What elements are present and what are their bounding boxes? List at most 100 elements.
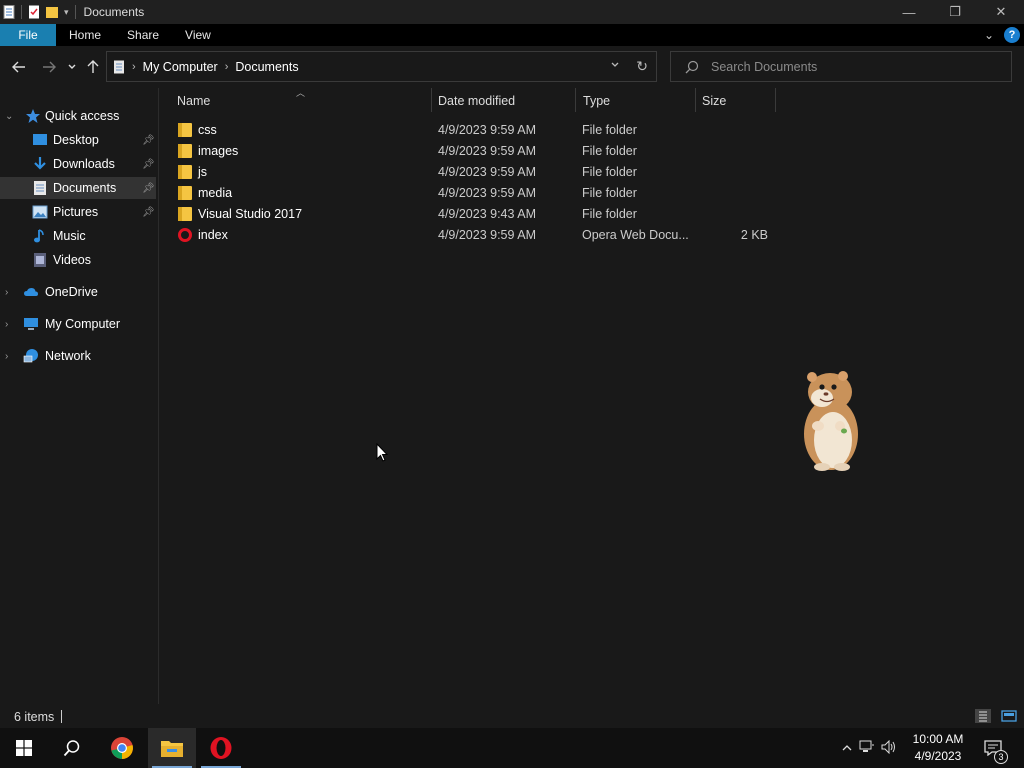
window-title: Documents <box>83 5 145 19</box>
taskbar-opera[interactable] <box>197 728 245 768</box>
sidebar-item-downloads[interactable]: Downloads 📌︎ <box>0 153 156 175</box>
sidebar-item-network[interactable]: › Network <box>0 345 156 367</box>
item-count: 6 items <box>14 710 55 724</box>
address-dropdown-icon[interactable] <box>610 60 620 73</box>
column-divider[interactable] <box>775 88 776 112</box>
documents-icon <box>34 181 46 195</box>
file-date: 4/9/2023 9:43 AM <box>438 207 536 221</box>
file-type: File folder <box>582 186 637 200</box>
chevron-right-icon[interactable]: › <box>5 287 8 298</box>
search-box[interactable]: Search Documents <box>670 51 1012 82</box>
column-header-type[interactable]: Type <box>583 88 610 114</box>
chevron-down-icon[interactable]: ⌄ <box>5 111 13 122</box>
column-divider[interactable] <box>431 88 432 112</box>
sidebar-item-label: Downloads <box>53 157 115 171</box>
pin-icon[interactable]: 📌︎ <box>142 135 155 146</box>
search-icon <box>63 740 80 757</box>
column-header-date[interactable]: Date modified <box>438 88 515 114</box>
tab-view[interactable]: View <box>172 24 224 46</box>
sidebar-item-documents[interactable]: Documents 📌︎ <box>0 177 156 199</box>
breadcrumb-chevron-icon[interactable]: › <box>132 61 136 73</box>
back-button[interactable] <box>10 58 28 76</box>
file-type: Opera Web Docu... <box>582 228 689 242</box>
taskbar-chrome[interactable] <box>98 728 146 768</box>
volume-icon[interactable] <box>878 739 900 757</box>
download-icon <box>34 157 46 170</box>
sidebar-item-onedrive[interactable]: › OneDrive <box>0 281 156 303</box>
pane-divider[interactable] <box>158 88 159 704</box>
large-icons-view-icon[interactable] <box>1001 709 1017 723</box>
sidebar-item-my-computer[interactable]: › My Computer <box>0 313 156 335</box>
search-input[interactable]: Search Documents <box>711 60 817 74</box>
sidebar-item-music[interactable]: Music <box>0 225 156 247</box>
forward-arrow-icon <box>43 61 56 73</box>
folder-icon <box>178 165 192 179</box>
sidebar-item-videos[interactable]: Videos <box>0 249 156 271</box>
sidebar-item-desktop[interactable]: Desktop 📌︎ <box>0 129 156 151</box>
taskbar: 10:00 AM 4/9/2023 3 <box>0 728 1024 768</box>
action-center-button[interactable]: 3 <box>982 728 1008 768</box>
taskbar-file-explorer[interactable] <box>148 728 196 768</box>
customize-toolbar-icon[interactable]: ▾ <box>64 7 69 18</box>
start-icon <box>16 740 32 756</box>
file-name: css <box>198 123 217 137</box>
pin-icon[interactable]: 📌︎ <box>142 207 155 218</box>
column-divider[interactable] <box>695 88 696 112</box>
address-bar[interactable]: › My Computer › Documents ↻ <box>106 51 657 82</box>
pin-icon[interactable]: 📌︎ <box>142 159 155 170</box>
search-icon <box>685 60 699 73</box>
help-icon[interactable]: ? <box>1004 27 1020 43</box>
breadcrumb-documents[interactable]: Documents <box>235 60 298 74</box>
opera-icon <box>178 228 192 242</box>
recent-locations-button[interactable] <box>63 58 81 76</box>
file-name: Visual Studio 2017 <box>198 207 303 221</box>
tab-file[interactable]: File <box>0 24 56 46</box>
file-row[interactable]: images 4/9/2023 9:59 AM File folder <box>176 141 776 162</box>
navigation-pane: ⌄ Quick access Desktop 📌︎ Downloads 📌︎ D… <box>0 88 158 704</box>
pin-icon[interactable]: 📌︎ <box>142 183 155 194</box>
column-divider[interactable] <box>575 88 576 112</box>
column-header-name[interactable]: Name <box>177 88 210 114</box>
start-button[interactable] <box>0 728 48 768</box>
chevron-right-icon[interactable]: › <box>5 319 8 330</box>
breadcrumb-chevron-icon[interactable]: › <box>225 61 229 73</box>
new-folder-icon[interactable] <box>46 5 58 19</box>
sidebar-item-quick-access[interactable]: ⌄ Quick access <box>0 105 156 127</box>
details-view-icon[interactable] <box>975 709 991 723</box>
quick-access-toolbar: ▾ <box>0 5 76 19</box>
documents-icon <box>114 60 124 73</box>
hamster-pet-icon[interactable] <box>800 368 862 472</box>
refresh-icon[interactable]: ↻ <box>636 58 648 75</box>
close-button[interactable]: ✕ <box>978 0 1024 24</box>
tab-home[interactable]: Home <box>56 24 114 46</box>
show-hidden-icons-icon[interactable] <box>838 741 856 756</box>
file-name: js <box>198 165 208 179</box>
system-clock[interactable]: 10:00 AM 4/9/2023 <box>908 731 968 765</box>
taskbar-search-button[interactable] <box>48 728 96 768</box>
file-row[interactable]: css 4/9/2023 9:59 AM File folder <box>176 120 776 141</box>
up-button[interactable] <box>84 58 102 76</box>
file-row[interactable]: media 4/9/2023 9:59 AM File folder <box>176 183 776 204</box>
forward-button[interactable] <box>40 58 58 76</box>
clock-date: 4/9/2023 <box>914 749 962 763</box>
network-icon <box>23 349 38 363</box>
clock-time: 10:00 AM <box>912 732 964 746</box>
file-explorer-icon <box>161 741 183 757</box>
file-row[interactable]: js 4/9/2023 9:59 AM File folder <box>176 162 776 183</box>
network-icon[interactable] <box>856 740 878 757</box>
tab-share[interactable]: Share <box>114 24 172 46</box>
chevron-right-icon[interactable]: › <box>5 351 8 362</box>
file-size: 2 KB <box>740 228 768 242</box>
file-row[interactable]: Visual Studio 2017 4/9/2023 9:43 AM File… <box>176 204 776 225</box>
expand-ribbon-icon[interactable]: ⌄ <box>984 28 994 42</box>
column-header-size[interactable]: Size <box>702 88 726 114</box>
maximize-button[interactable]: ❐ <box>932 0 978 24</box>
checklist-icon[interactable] <box>28 5 40 19</box>
minimize-button[interactable]: — <box>886 0 932 24</box>
sidebar-item-pictures[interactable]: Pictures 📌︎ <box>0 201 156 223</box>
properties-icon[interactable] <box>3 5 15 19</box>
sidebar-item-label: OneDrive <box>45 285 98 299</box>
file-name: media <box>198 186 233 200</box>
breadcrumb-my-computer[interactable]: My Computer <box>143 60 218 74</box>
file-row[interactable]: index 4/9/2023 9:59 AM Opera Web Docu...… <box>176 225 776 246</box>
